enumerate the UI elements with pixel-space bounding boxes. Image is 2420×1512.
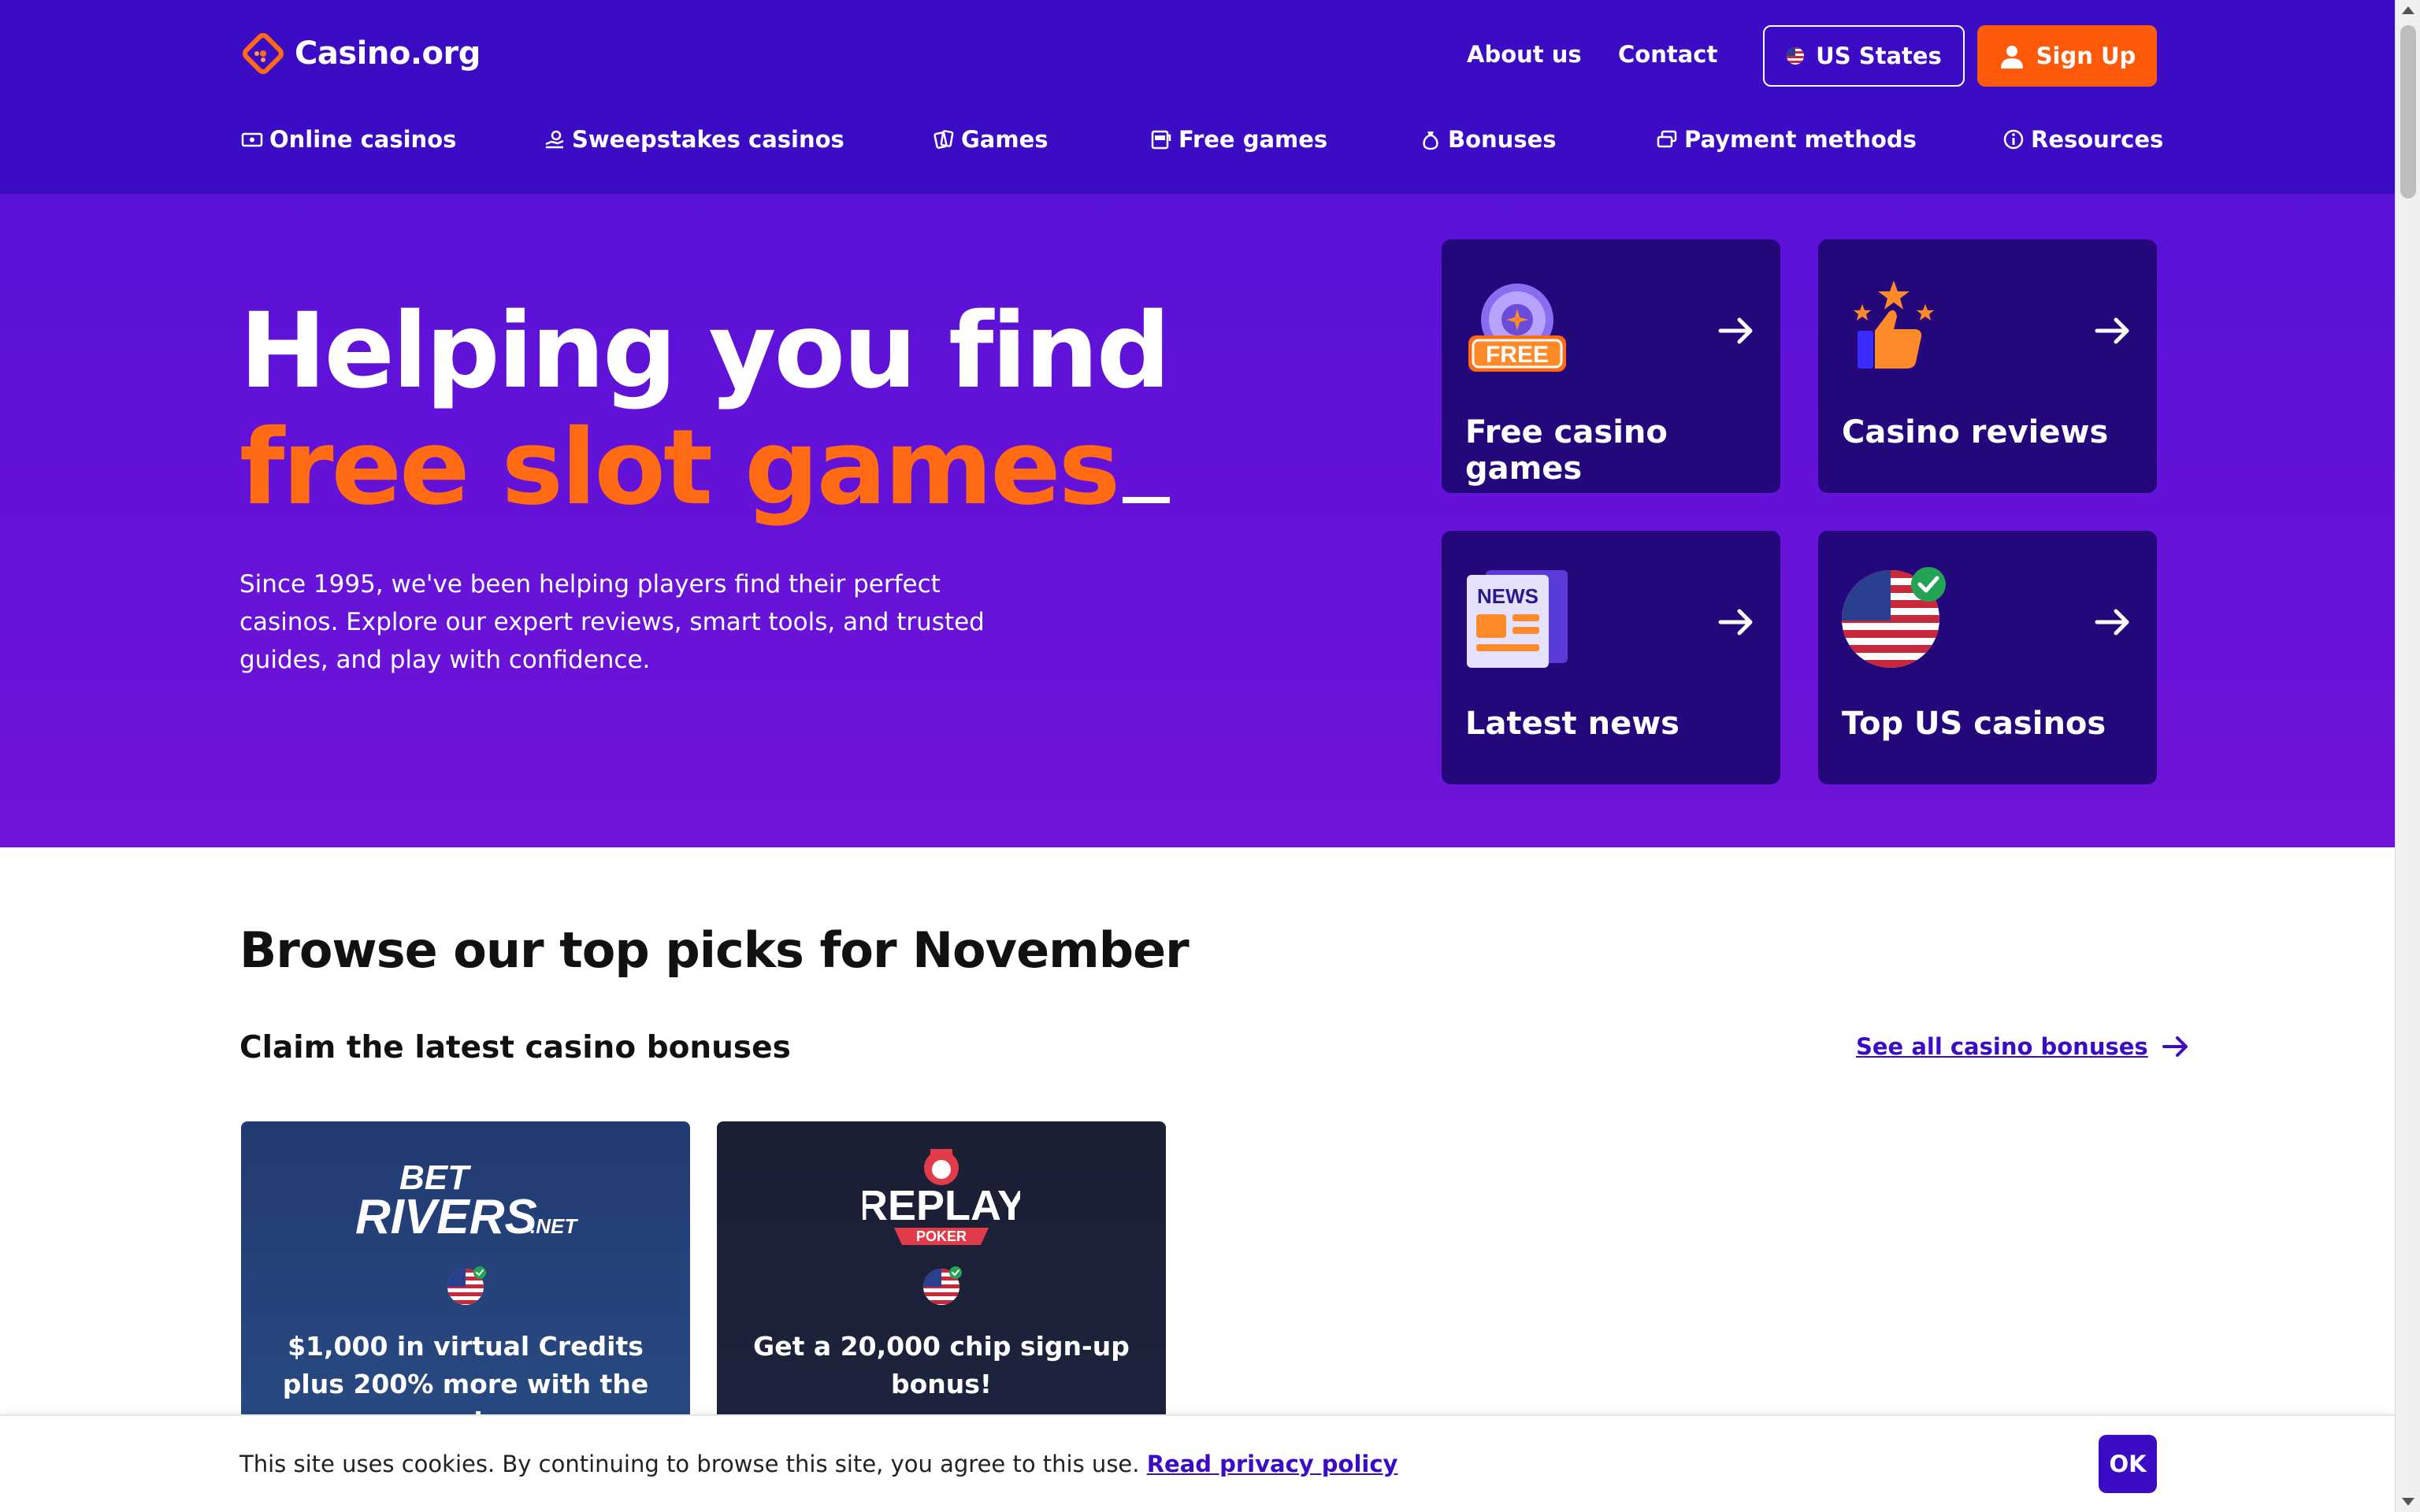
nav-label: Games — [961, 126, 1049, 153]
typing-cursor — [1123, 497, 1171, 503]
scroll-down-arrow[interactable] — [2402, 1498, 2414, 1506]
nav-sweepstakes-casinos[interactable]: Sweepstakes casinos — [544, 126, 844, 153]
scroll-thumb[interactable] — [2400, 25, 2416, 198]
replay-brand-sub: POKER — [916, 1228, 967, 1244]
free-chip-icon: FREE — [1468, 284, 1566, 372]
cookie-banner: This site uses cookies. By continuing to… — [0, 1414, 2395, 1512]
replay-poker-logo: REPLAY POKER — [717, 1149, 1166, 1252]
hero-title-highlight: free slot games — [239, 407, 1120, 528]
coin-hand-icon — [545, 130, 564, 149]
bonuses-subtitle: Claim the latest casino bonuses — [239, 1030, 791, 1065]
hero-title-line1: Helping you find — [239, 291, 1171, 412]
page: Casino.org About us Contact US States Si — [0, 0, 2395, 1512]
us-flag-verified-icon — [447, 1266, 486, 1305]
arrow-right-icon — [1718, 609, 1753, 636]
payment-cards-icon — [1657, 130, 1677, 148]
nav-label: Bonuses — [1448, 126, 1557, 153]
arrow-right-icon — [2095, 317, 2129, 344]
logo-text: Casino.org — [295, 35, 481, 72]
card-casino-reviews[interactable]: Casino reviews — [1818, 239, 2157, 493]
sign-up-button[interactable]: Sign Up — [1977, 25, 2157, 87]
betrivers-brand-main: RIVERS — [355, 1190, 537, 1244]
user-icon — [2000, 46, 2023, 69]
card-label: Casino reviews — [1842, 414, 2109, 450]
cookie-ok-button[interactable]: OK — [2099, 1435, 2157, 1493]
see-all-label: See all casino bonuses — [1856, 1033, 2148, 1060]
us-flag-icon — [1787, 47, 1805, 65]
nav-label: Online casinos — [269, 126, 457, 153]
arrow-right-icon — [1718, 317, 1753, 344]
replay-poker-logo-mark: REPLAY POKER — [863, 1149, 1020, 1245]
casino-logo-icon — [243, 33, 284, 74]
nav-label: Resources — [2031, 126, 2164, 153]
betrivers-brand-suffix: .NET — [530, 1214, 578, 1238]
slot-machine-icon — [1151, 130, 1171, 150]
money-bag-icon — [1423, 132, 1438, 150]
arrow-right-icon — [2095, 609, 2129, 636]
card-label: Latest news — [1465, 706, 1680, 742]
replay-brand-main: REPLAY — [863, 1182, 1020, 1229]
cards-icon — [933, 130, 954, 149]
card-top-us-casinos[interactable]: Top US casinos — [1818, 531, 2157, 784]
newspaper-icon: NEWS — [1467, 570, 1568, 668]
site-header: Casino.org About us Contact US States Si — [0, 0, 2395, 194]
arrow-right-icon — [2162, 1036, 2188, 1057]
section-title: Browse our top picks for November — [239, 921, 1190, 979]
nav-online-casinos[interactable]: Online casinos — [241, 126, 456, 153]
nav-payment-methods[interactable]: Payment methods — [1656, 126, 1917, 153]
nav-label: Free games — [1178, 126, 1328, 153]
nav-games[interactable]: Games — [933, 126, 1049, 153]
about-us-link[interactable]: About us — [1467, 41, 1582, 68]
page-scrollbar[interactable] — [2395, 0, 2420, 1512]
contact-link[interactable]: Contact — [1618, 41, 1717, 68]
main-nav: Online casinos Sweepstakes casinos Games… — [241, 126, 2163, 158]
nav-free-games[interactable]: Free games — [1150, 126, 1327, 153]
privacy-policy-link[interactable]: Read privacy policy — [1147, 1451, 1398, 1477]
card-label: Free casino games — [1465, 414, 1668, 487]
hero-section: Helping you find free slot games Since 1… — [0, 194, 2395, 847]
info-icon — [2003, 129, 2024, 150]
hero-title-line2: free slot games — [239, 407, 1171, 528]
hero-description: Since 1995, we've been helping players f… — [239, 570, 985, 674]
hero-title: Helping you find free slot games — [239, 291, 1171, 528]
casino-cash-icon — [241, 132, 263, 147]
sign-up-label: Sign Up — [2036, 43, 2136, 69]
nav-label: Payment methods — [1684, 126, 1917, 153]
see-all-bonuses-link[interactable]: See all casino bonuses — [1856, 1033, 2189, 1060]
news-badge-text: NEWS — [1477, 584, 1538, 608]
betrivers-logo: BET RIVERS .NET — [241, 1150, 690, 1252]
site-logo[interactable]: Casino.org — [241, 32, 481, 76]
us-flag-check-icon — [1842, 567, 1946, 668]
us-flag-verified-icon — [923, 1266, 962, 1305]
nav-bonuses[interactable]: Bonuses — [1420, 126, 1557, 153]
free-badge-text: FREE — [1486, 342, 1549, 368]
cookie-text-row: This site uses cookies. By continuing to… — [239, 1451, 1397, 1477]
nav-label: Sweepstakes casinos — [572, 126, 844, 153]
thumbs-up-stars-icon — [1854, 280, 1934, 369]
us-states-button[interactable]: US States — [1763, 25, 1965, 87]
us-states-label: US States — [1816, 43, 1942, 69]
scroll-up-arrow[interactable] — [2402, 6, 2414, 14]
bonus-offer-text: Get a 20,000 chip sign-up bonus! — [753, 1331, 1130, 1399]
cookie-message: This site uses cookies. By continuing to… — [239, 1451, 1140, 1477]
card-latest-news[interactable]: NEWS Latest news — [1442, 531, 1780, 784]
card-free-casino-games[interactable]: FREE Free casino games — [1442, 239, 1780, 493]
betrivers-logo-mark: BET RIVERS .NET — [355, 1158, 578, 1244]
nav-resources[interactable]: Resources — [2002, 126, 2163, 153]
card-label: Top US casinos — [1842, 706, 2106, 742]
